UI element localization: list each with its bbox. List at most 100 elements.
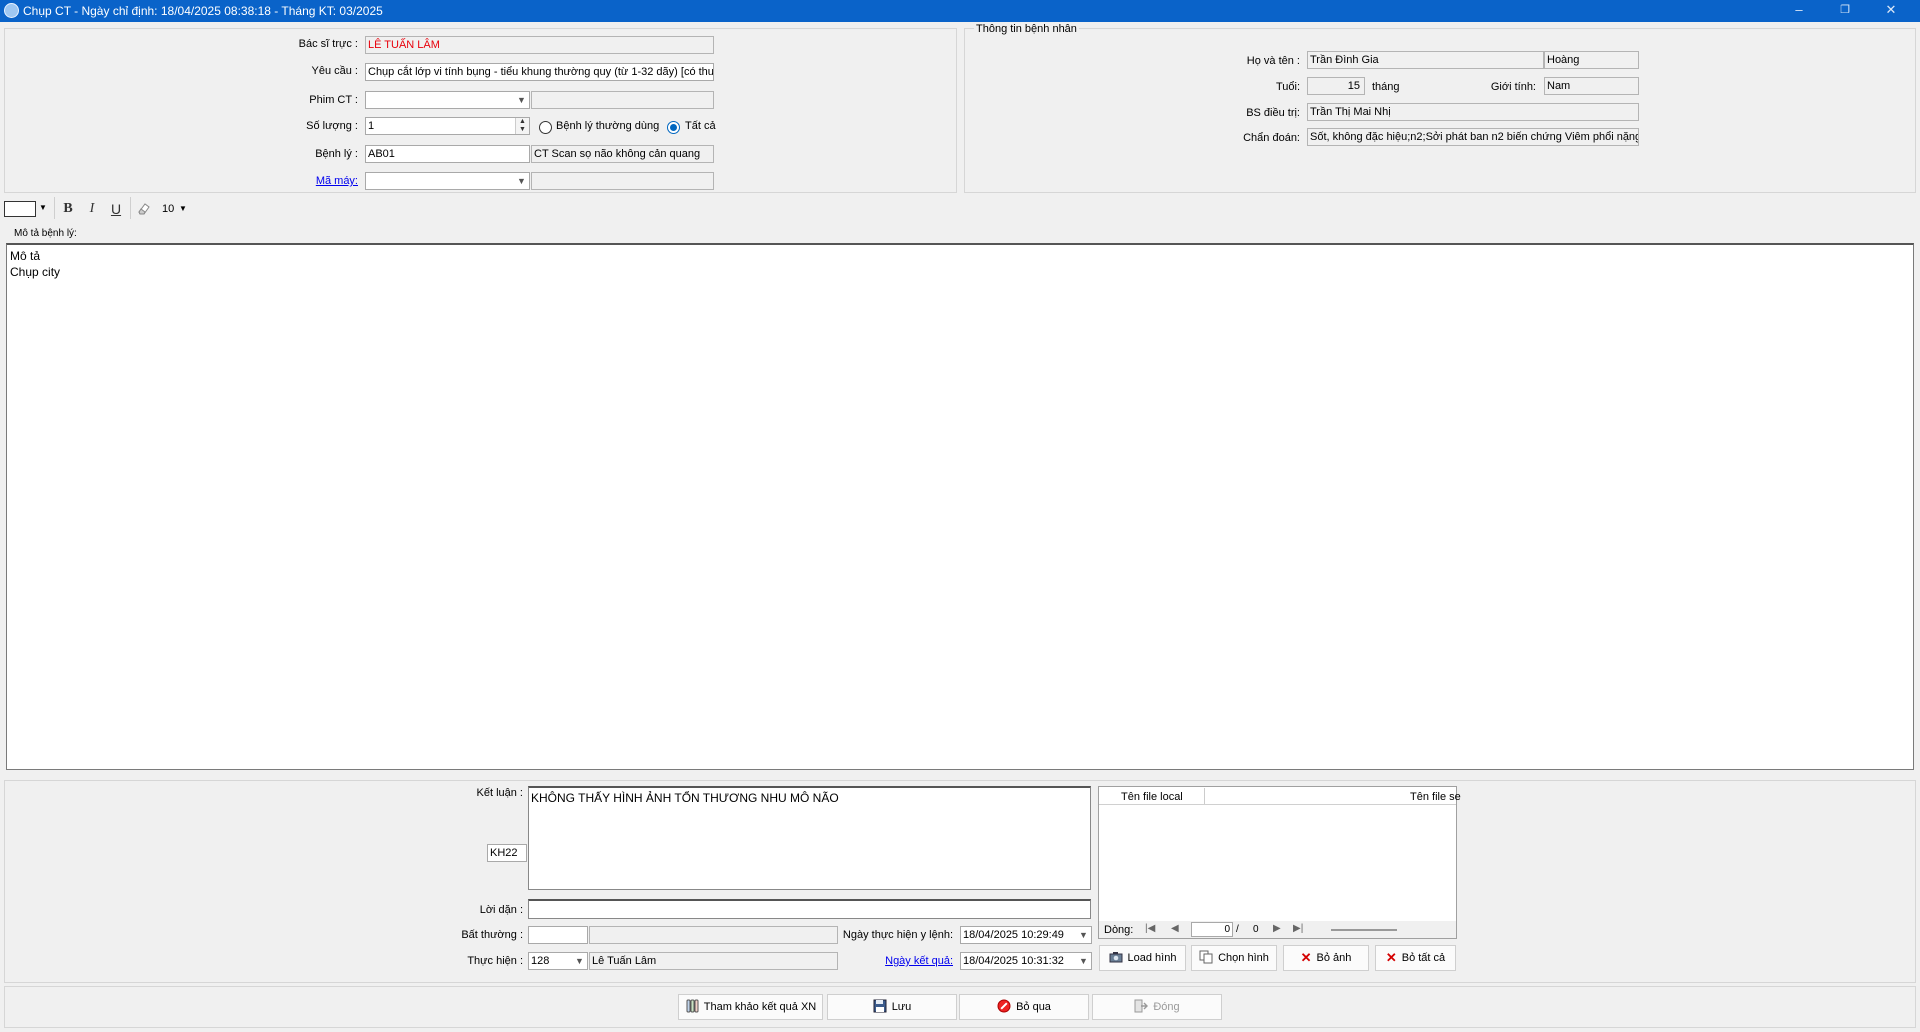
disease-name-field: CT Scan sọ não không cản quang (531, 145, 714, 163)
cancel-icon (997, 999, 1011, 1016)
last-record-icon[interactable]: ▶| (1293, 923, 1303, 934)
copy-icon (1199, 950, 1213, 967)
gender-field: Nam (1544, 77, 1639, 95)
abnormal-code-field[interactable] (528, 926, 588, 944)
exit-icon (1134, 999, 1149, 1016)
treating-doctor-field: Trần Thị Mai Nhị (1307, 103, 1639, 121)
record-separator: / (1236, 924, 1239, 935)
film-combo[interactable]: ▼ (365, 91, 530, 109)
toolbar-divider (130, 197, 131, 219)
choose-image-button[interactable]: Chọn hình (1191, 945, 1277, 971)
patient-info-title: Thông tin bệnh nhân (974, 23, 1079, 35)
reference-results-button[interactable]: Tham khảo kết quả XN (678, 994, 823, 1020)
request-field[interactable]: Chụp cắt lớp vi tính bụng - tiểu khung t… (365, 63, 714, 81)
toolbar-divider (54, 197, 55, 219)
app-icon (4, 3, 19, 18)
advice-label: Lời dặn : (479, 904, 523, 916)
record-position-input[interactable]: 0 (1191, 922, 1233, 937)
disease-label: Bệnh lý : (315, 148, 358, 160)
font-size-select[interactable]: 10 (162, 203, 174, 215)
radio-all[interactable] (667, 121, 680, 134)
film-name-field (531, 91, 714, 109)
radio-common-disease-label: Bệnh lý thường dùng (556, 120, 660, 132)
camera-icon (1109, 951, 1123, 966)
quantity-label: Số lượng : (306, 120, 358, 132)
description-editor[interactable]: Mô tả Chụp city (6, 243, 1914, 770)
delete-all-icon: ✕ (1385, 950, 1397, 966)
image-file-grid[interactable]: Tên file local Tên file se Dòng: |◀ ◀ 0 … (1098, 786, 1461, 939)
load-image-button[interactable]: Load hình (1099, 945, 1186, 971)
spinner-icon[interactable]: ▲ ▼ (515, 118, 529, 134)
radio-all-label: Tất cả (685, 120, 716, 132)
test-tubes-icon (685, 999, 699, 1016)
color-dropdown-icon[interactable]: ▼ (39, 203, 47, 212)
navigator-label: Dòng: (1104, 924, 1134, 936)
age-unit: tháng (1372, 81, 1400, 93)
eraser-icon[interactable] (136, 201, 152, 217)
radio-common-disease[interactable] (539, 121, 552, 134)
advice-field[interactable] (528, 899, 1091, 919)
record-total: 0 (1253, 924, 1259, 935)
chevron-down-icon[interactable]: ▼ (1075, 953, 1091, 969)
close-window-button[interactable]: ✕ (1868, 0, 1914, 22)
patient-name-extra-field: Hoàng (1544, 51, 1639, 69)
diagnosis-label: Chẩn đoán: (1243, 132, 1300, 144)
column-header-local[interactable]: Tên file local (1121, 791, 1183, 803)
treating-doctor-label: BS điều trị: (1246, 107, 1300, 119)
quantity-stepper[interactable]: 1 ▲ ▼ (365, 117, 530, 135)
bold-button[interactable]: B (58, 200, 78, 218)
conclusion-label: Kết luận : (476, 787, 523, 799)
window-title: Chụp CT - Ngày chỉ định: 18/04/2025 08:3… (23, 4, 383, 18)
performer-name-field: Lê Tuấn Lâm (589, 952, 838, 970)
save-button[interactable]: Lưu (827, 994, 957, 1020)
performer-code-combo[interactable]: 128 ▼ (528, 952, 588, 970)
remove-all-images-button[interactable]: ✕ Bỏ tất cả (1375, 945, 1456, 971)
delete-icon: ✕ (1300, 950, 1312, 966)
remove-image-button[interactable]: ✕ Bỏ ảnh (1283, 945, 1369, 971)
skip-button[interactable]: Bỏ qua (959, 994, 1089, 1020)
doctor-label: Bác sĩ trực : (298, 38, 358, 50)
exec-date-picker[interactable]: 18/04/2025 10:29:49 ▼ (960, 926, 1092, 944)
description-line-1: Mô tả (10, 249, 41, 263)
column-header-server[interactable]: Tên file se (1410, 791, 1461, 803)
chevron-down-icon[interactable]: ▼ (1075, 927, 1091, 943)
exec-date-label: Ngày thực hiện y lệnh: (842, 929, 953, 941)
prev-record-icon[interactable]: ◀ (1171, 923, 1179, 934)
gender-label: Giới tính: (1490, 81, 1536, 93)
patient-name-label: Họ và tên : (1246, 55, 1300, 67)
disease-code-field[interactable]: AB01 (365, 145, 530, 163)
doctor-field[interactable]: LÊ TUẤN LÂM (365, 36, 714, 54)
title-bar: Chụp CT - Ngày chỉ định: 18/04/2025 08:3… (0, 0, 1920, 22)
horizontal-scrollbar[interactable] (1331, 929, 1397, 931)
age-field: 15 (1307, 77, 1365, 95)
minimize-button[interactable]: – (1776, 0, 1822, 22)
underline-button[interactable]: U (106, 200, 126, 218)
close-button[interactable]: Đóng (1092, 994, 1222, 1020)
font-size-dropdown-icon[interactable]: ▼ (179, 204, 187, 213)
floppy-disk-icon (873, 999, 887, 1016)
result-date-picker[interactable]: 18/04/2025 10:31:32 ▼ (960, 952, 1092, 970)
age-label: Tuổi: (1275, 81, 1300, 93)
restore-button[interactable]: ❐ (1822, 0, 1868, 22)
patient-name-field: Trần Đình Gia (1307, 51, 1544, 69)
machine-name-field (531, 172, 714, 190)
film-label: Phim CT : (309, 94, 358, 106)
machine-code-link[interactable]: Mã máy: (240, 175, 358, 187)
color-picker[interactable] (4, 201, 36, 217)
performer-label: Thực hiện : (467, 955, 523, 967)
request-label: Yêu cầu : (311, 65, 358, 77)
chevron-down-icon[interactable]: ▼ (513, 173, 529, 189)
diagnosis-field: Sốt, không đặc hiệu;n2;Sởi phát ban n2 b… (1307, 128, 1639, 146)
machine-combo[interactable]: ▼ (365, 172, 530, 190)
conclusion-code-field[interactable]: KH22 (487, 844, 527, 862)
result-date-link[interactable]: Ngày kết quả: (840, 955, 953, 967)
description-label: Mô tả bệnh lý: (14, 228, 77, 239)
abnormal-label: Bất thường : (461, 929, 523, 941)
conclusion-textarea[interactable]: KHÔNG THẤY HÌNH ẢNH TỔN THƯƠNG NHU MÔ NÃ… (528, 786, 1091, 890)
column-divider[interactable] (1204, 788, 1205, 804)
italic-button[interactable]: I (82, 200, 102, 218)
chevron-down-icon[interactable]: ▼ (513, 92, 529, 108)
next-record-icon[interactable]: ▶ (1273, 923, 1281, 934)
chevron-down-icon[interactable]: ▼ (571, 953, 587, 969)
first-record-icon[interactable]: |◀ (1145, 923, 1155, 934)
